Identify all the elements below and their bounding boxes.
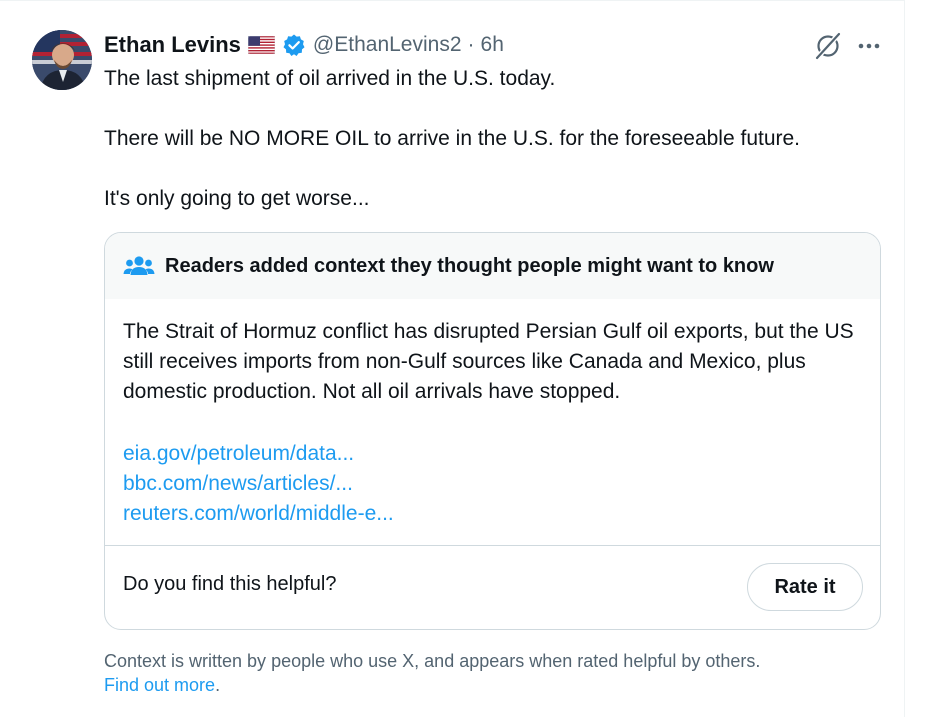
avatar[interactable] bbox=[32, 30, 92, 90]
us-flag-icon bbox=[247, 35, 276, 55]
find-out-more-suffix: . bbox=[215, 675, 221, 695]
source-link-eia[interactable]: eia.gov/petroleum/data... bbox=[123, 439, 354, 469]
context-disclaimer: Context is written by people who use X, … bbox=[104, 649, 760, 697]
find-out-more-link[interactable]: Find out more bbox=[104, 675, 215, 695]
community-note-title: Readers added context they thought peopl… bbox=[165, 254, 774, 277]
community-note-header[interactable]: Readers added context they thought peopl… bbox=[105, 233, 880, 299]
separator-dot: · bbox=[467, 33, 475, 56]
verified-badge-icon[interactable] bbox=[282, 33, 306, 57]
disclaimer-text: Context is written by people who use X, … bbox=[104, 651, 761, 671]
tweet-timestamp[interactable]: 6h bbox=[481, 33, 504, 57]
community-note-card: Readers added context they thought peopl… bbox=[104, 232, 881, 630]
tweet-text-line-1: The last shipment of oil arrived in the … bbox=[104, 67, 556, 90]
source-link-reuters[interactable]: reuters.com/world/middle-e... bbox=[123, 499, 394, 529]
tweet-container: Ethan Levins @EthanLevins2 · 6h The last… bbox=[0, 0, 905, 717]
rate-it-button[interactable]: Rate it bbox=[747, 563, 863, 611]
author-name[interactable]: Ethan Levins bbox=[104, 32, 241, 58]
find-out-more-line: Find out more. bbox=[104, 673, 760, 697]
source-link-bbc[interactable]: bbc.com/news/articles/... bbox=[123, 469, 353, 499]
helpful-question: Do you find this helpful? bbox=[123, 573, 337, 595]
community-note-body: The Strait of Hormuz conflict has disrup… bbox=[123, 320, 854, 403]
people-icon bbox=[123, 253, 155, 279]
tweet-text-line-3: It's only going to get worse... bbox=[104, 187, 370, 210]
divider bbox=[105, 545, 880, 546]
grok-icon[interactable] bbox=[812, 31, 844, 61]
tweet-header: Ethan Levins @EthanLevins2 · 6h bbox=[104, 29, 504, 61]
more-options-icon[interactable] bbox=[855, 32, 883, 60]
tweet-text-line-2: There will be NO MORE OIL to arrive in t… bbox=[104, 127, 801, 150]
author-handle[interactable]: @EthanLevins2 bbox=[313, 33, 462, 57]
